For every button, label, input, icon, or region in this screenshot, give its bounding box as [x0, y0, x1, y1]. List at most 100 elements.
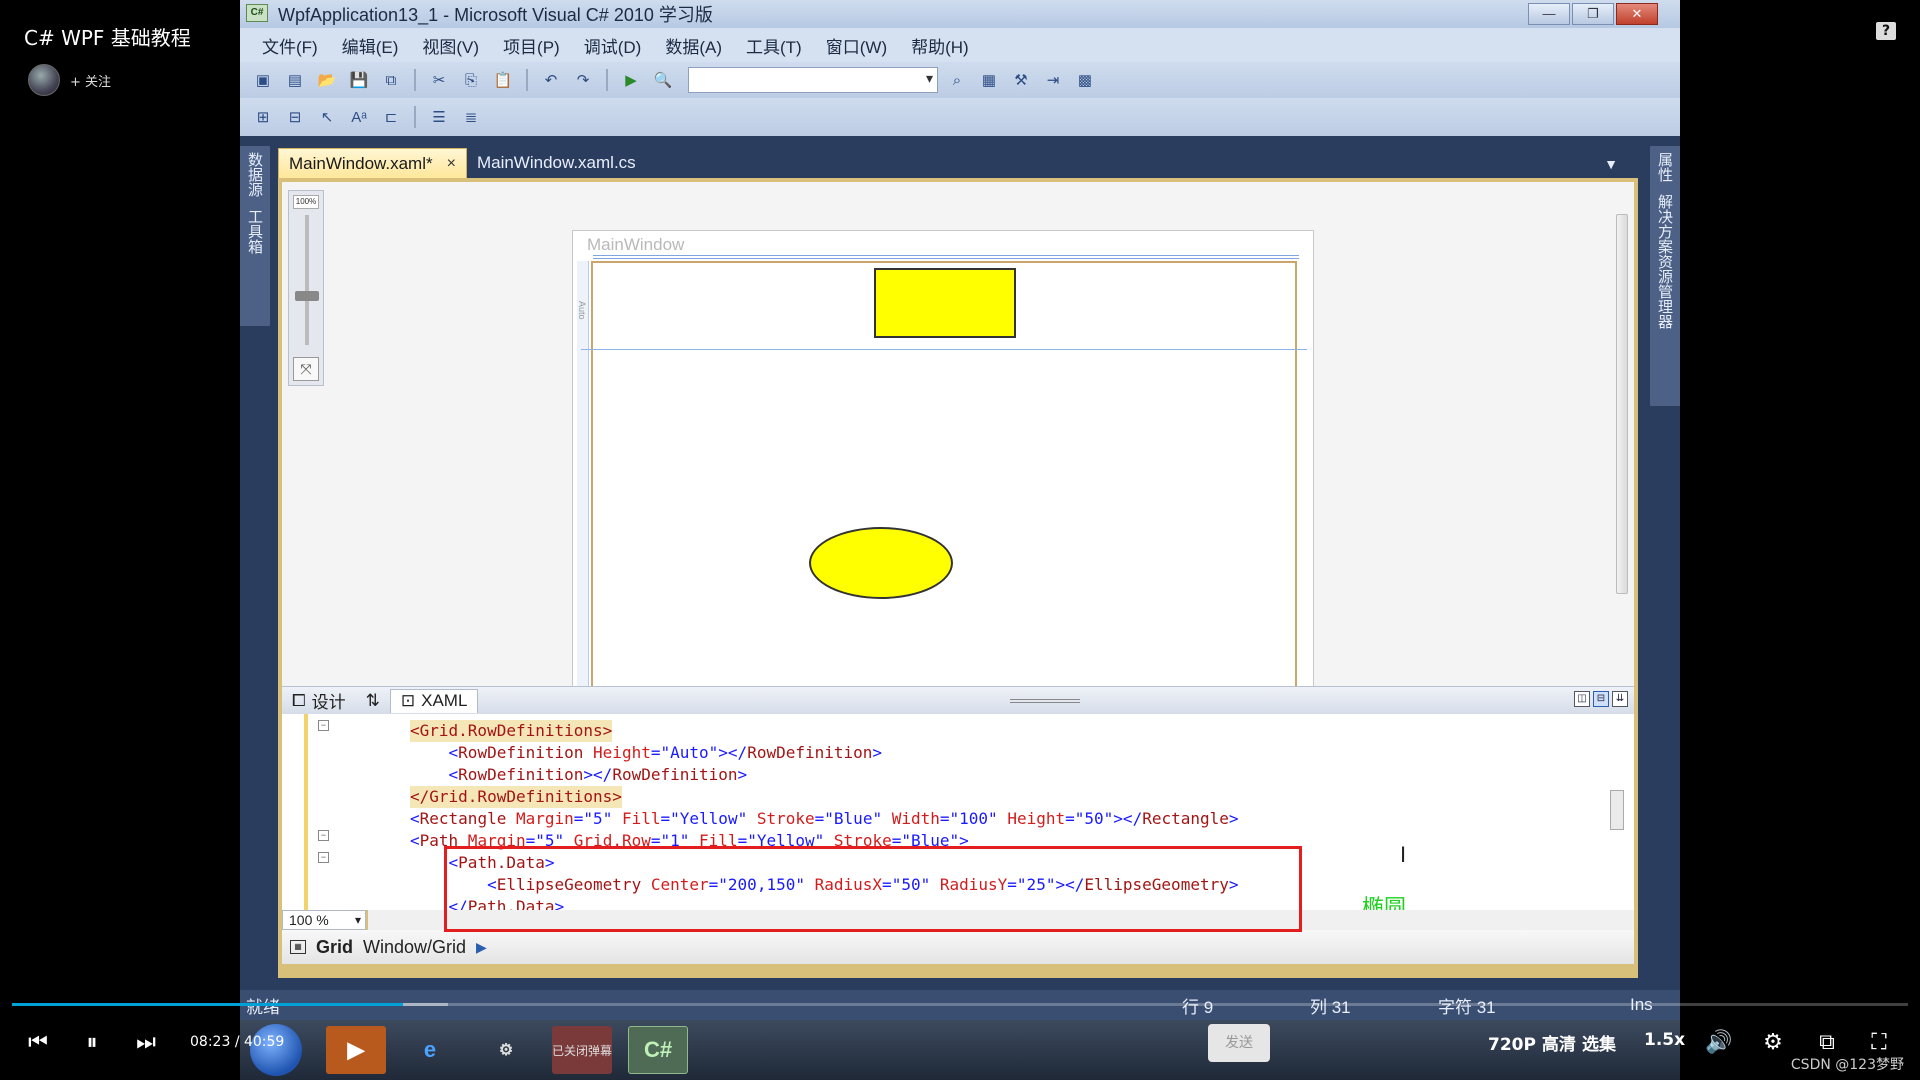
menu-view[interactable]: 视图(V): [410, 33, 491, 58]
add-item-icon[interactable]: ▤: [282, 68, 308, 92]
menu-edit[interactable]: 编辑(E): [330, 33, 411, 58]
cut-icon[interactable]: ✂: [426, 68, 452, 92]
scroll-thumb[interactable]: [1616, 214, 1628, 594]
menu-tools[interactable]: 工具(T): [734, 33, 814, 58]
tab-mainwindow-xaml[interactable]: MainWindow.xaml* ×: [278, 148, 467, 178]
avatar[interactable]: [28, 64, 60, 96]
quality-selector[interactable]: 720P 高清: [1488, 1030, 1576, 1055]
editor-zoom-combo[interactable]: 100 %: [282, 910, 366, 930]
code-line[interactable]: </Grid.RowDefinitions>: [410, 786, 622, 808]
code-line[interactable]: <RowDefinition Height="Auto"></RowDefini…: [410, 742, 883, 764]
object-browser-icon[interactable]: ⇥: [1040, 68, 1066, 92]
find-in-files-icon[interactable]: 🔍: [650, 68, 676, 92]
splitter-grip[interactable]: [1010, 699, 1080, 703]
tab-xaml[interactable]: ⊡ XAML: [389, 688, 479, 713]
indent-icon[interactable]: ☰: [426, 105, 452, 129]
outdent-icon[interactable]: ≣: [458, 105, 484, 129]
code-line[interactable]: <Grid.RowDefinitions>: [410, 720, 613, 742]
tab-mainwindow-xaml-cs[interactable]: MainWindow.xaml.cs: [467, 148, 646, 178]
fullscreen-icon[interactable]: ⛶: [1866, 1030, 1892, 1055]
yellow-rectangle[interactable]: [874, 268, 1016, 338]
open-file-icon[interactable]: 📂: [314, 68, 340, 92]
menu-file[interactable]: 文件(F): [250, 33, 330, 58]
zoom-slider[interactable]: 100% ⤧: [288, 190, 324, 386]
minimize-button[interactable]: —: [1528, 3, 1570, 25]
properties-tab[interactable]: 属性: [1650, 146, 1679, 188]
restore-button[interactable]: ❐: [1572, 3, 1614, 25]
tab-design[interactable]: ⧠ 设计: [282, 689, 356, 713]
danmaku-send-button[interactable]: 发送: [1208, 1024, 1270, 1062]
horizontal-split-icon[interactable]: ⊟: [1593, 691, 1609, 707]
follow-button[interactable]: + 关注: [70, 71, 111, 90]
design-surface[interactable]: 100% ⤧ MainWindow Auto: [282, 182, 1634, 691]
toolbox-icon[interactable]: ▩: [1072, 68, 1098, 92]
code-line[interactable]: <RowDefinition></RowDefinition>: [410, 764, 748, 786]
grid-container[interactable]: [581, 255, 1307, 691]
design-window-preview[interactable]: MainWindow Auto: [572, 230, 1314, 691]
collapse-icon[interactable]: −: [318, 852, 329, 863]
solution-config-combo[interactable]: [688, 67, 938, 93]
internet-explorer-icon[interactable]: e: [400, 1026, 460, 1074]
menu-window[interactable]: 窗口(W): [814, 33, 899, 58]
undo-icon[interactable]: ↶: [538, 68, 564, 92]
datasource-tab[interactable]: 数据源: [240, 146, 269, 203]
save-all-icon[interactable]: ⧉: [378, 68, 404, 92]
scroll-thumb[interactable]: [1610, 790, 1624, 830]
grid-row-ruler[interactable]: [577, 261, 589, 691]
copy-icon[interactable]: ⎘: [458, 68, 484, 92]
next-icon[interactable]: ⏭: [134, 1030, 158, 1055]
chevron-down-icon[interactable]: ▼: [1604, 156, 1618, 172]
menu-help[interactable]: 帮助(H): [899, 33, 981, 58]
taskbar-app[interactable]: 已关闭弹幕: [552, 1026, 612, 1074]
settings-icon[interactable]: ⚙: [1760, 1030, 1786, 1055]
save-icon[interactable]: 💾: [346, 68, 372, 92]
swap-panes-button[interactable]: ⇅: [356, 689, 390, 713]
menu-data[interactable]: 数据(A): [653, 33, 734, 58]
solution-explorer-tab[interactable]: 解决方案资源管理器: [1650, 188, 1679, 335]
episodes-button[interactable]: 选集: [1582, 1030, 1616, 1055]
code-vertical-scrollbar[interactable]: [1608, 714, 1626, 910]
menu-project[interactable]: 项目(P): [491, 33, 572, 58]
speed-selector[interactable]: 1.5x: [1644, 1030, 1685, 1050]
new-project-icon[interactable]: ▣: [250, 68, 276, 92]
grid-row-divider[interactable]: [581, 349, 1307, 350]
media-player-icon[interactable]: ▶: [326, 1026, 386, 1074]
menu-debug[interactable]: 调试(D): [572, 33, 654, 58]
collapse-pane-icon[interactable]: ⇊: [1612, 691, 1628, 707]
close-icon[interactable]: ×: [447, 155, 456, 173]
font-icon[interactable]: Aᵃ: [346, 105, 372, 129]
fit-to-window-icon[interactable]: ⤧: [293, 357, 319, 381]
layout-icon[interactable]: ⊏: [378, 105, 404, 129]
progress-bar[interactable]: [12, 1003, 1908, 1006]
picture-in-picture-icon[interactable]: ⧉: [1814, 1030, 1840, 1055]
solution-explorer-icon[interactable]: ▦: [976, 68, 1002, 92]
start-debugging-icon[interactable]: ▶: [618, 68, 644, 92]
designer-vertical-scrollbar[interactable]: [1614, 188, 1630, 684]
redo-icon[interactable]: ↷: [570, 68, 596, 92]
yellow-ellipse[interactable]: [809, 527, 953, 599]
visual-csharp-taskbar-icon[interactable]: C#: [628, 1026, 688, 1074]
align-icon[interactable]: ⊞: [250, 105, 276, 129]
volume-icon[interactable]: 🔊: [1705, 1030, 1732, 1055]
find-icon[interactable]: ⌕: [944, 68, 970, 92]
breadcrumb-element[interactable]: Grid: [316, 937, 353, 958]
grid-column-ruler[interactable]: [593, 255, 1299, 259]
xaml-code-editor[interactable]: − − − <Grid.RowDefinitions> <RowDefiniti…: [282, 714, 1634, 932]
properties-icon[interactable]: ⚒: [1008, 68, 1034, 92]
breadcrumb-path[interactable]: Window/Grid: [363, 937, 466, 958]
format-icon[interactable]: ⊟: [282, 105, 308, 129]
close-button[interactable]: ✕: [1616, 3, 1658, 25]
collapse-icon[interactable]: −: [318, 720, 329, 731]
help-icon[interactable]: ?: [1876, 22, 1896, 40]
pointer-icon[interactable]: ↖: [314, 105, 340, 129]
paste-icon[interactable]: 📋: [490, 68, 516, 92]
tool-icon[interactable]: ⚙: [476, 1026, 536, 1074]
code-line[interactable]: <Rectangle Margin="5" Fill="Yellow" Stro…: [410, 808, 1239, 830]
collapse-icon[interactable]: −: [318, 830, 329, 841]
zoom-thumb[interactable]: [295, 291, 319, 301]
previous-icon[interactable]: ⏮: [26, 1030, 50, 1055]
chevron-right-icon[interactable]: ▶: [476, 939, 487, 956]
start-button-icon[interactable]: [250, 1024, 302, 1076]
vertical-split-icon[interactable]: ◫: [1574, 691, 1590, 707]
toolbox-tab[interactable]: 工具箱: [240, 203, 269, 260]
